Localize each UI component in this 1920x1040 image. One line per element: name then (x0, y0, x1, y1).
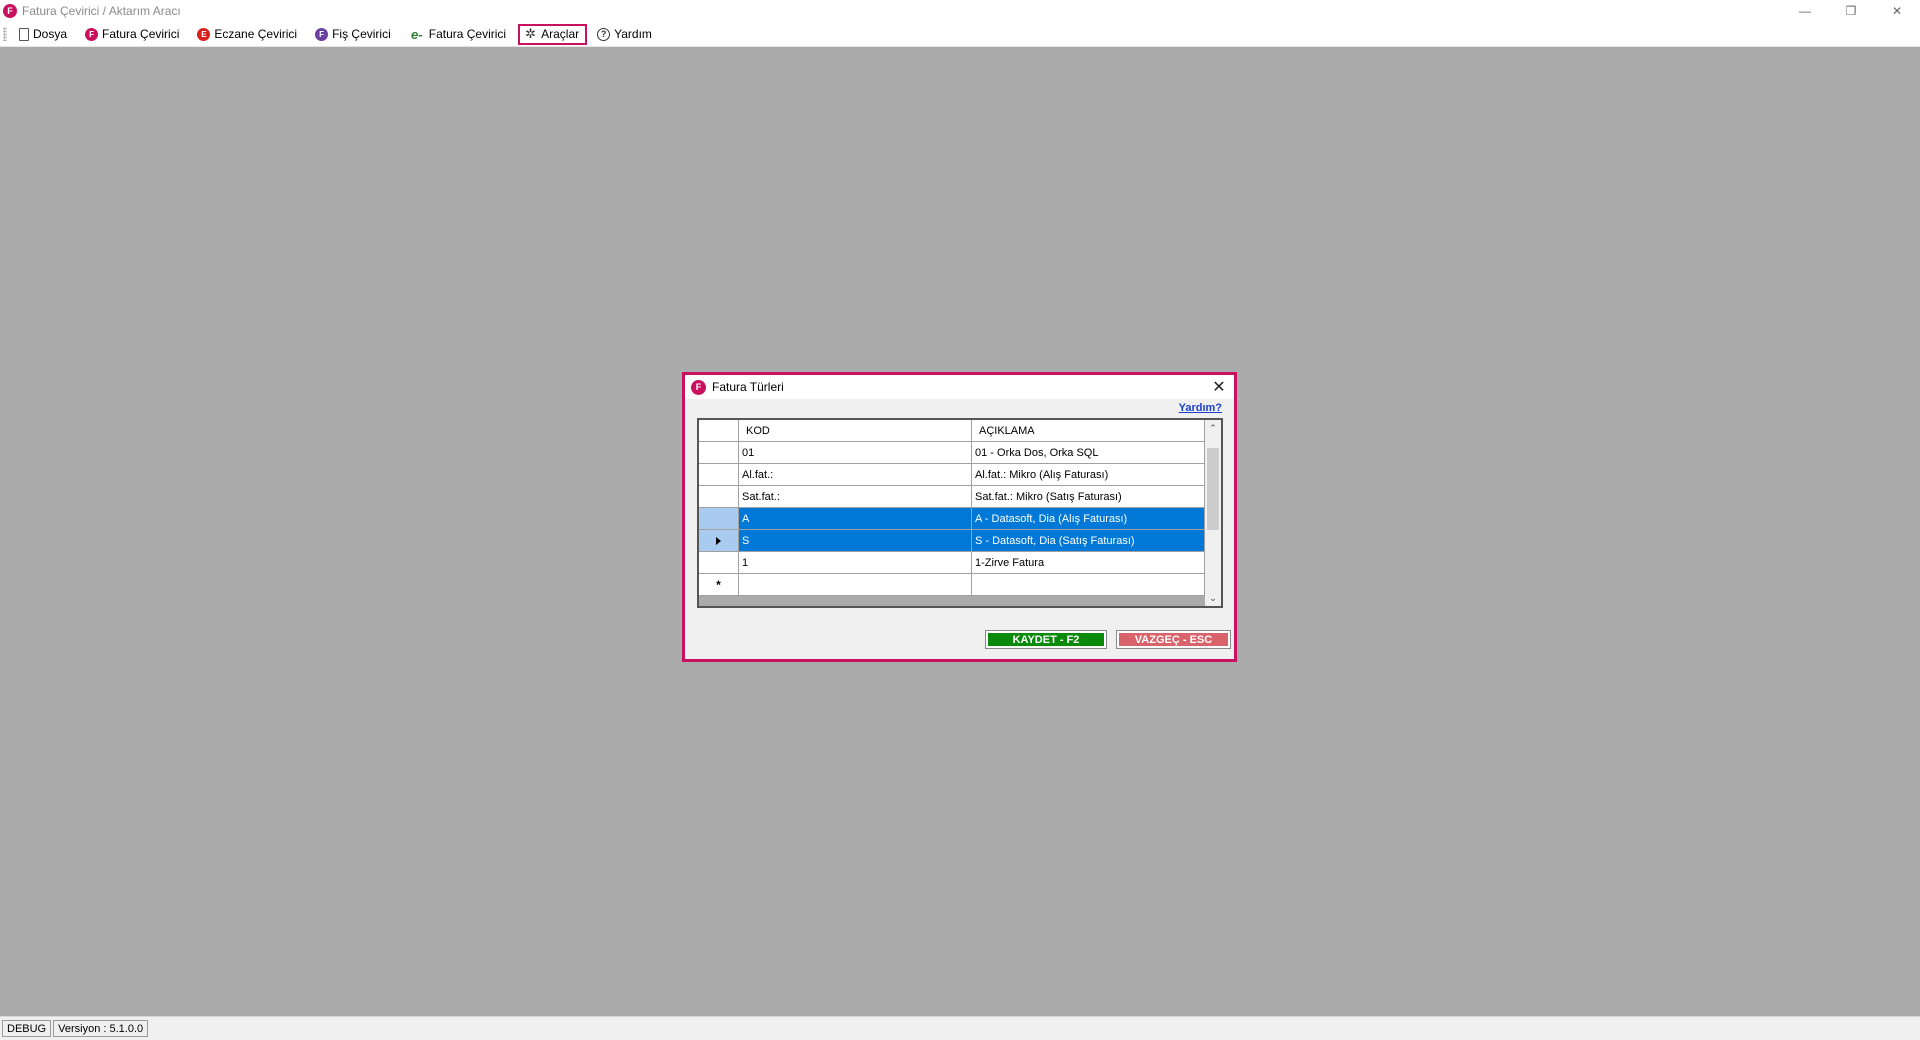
save-button[interactable]: KAYDET - F2 (985, 630, 1107, 649)
minimize-button[interactable]: — (1782, 0, 1828, 22)
scroll-up-icon[interactable]: ⌃ (1205, 420, 1221, 436)
cell-aciklama[interactable]: Sat.fat.: Mikro (Satış Faturası) (972, 486, 1205, 507)
menu-araclar[interactable]: ✲ Araçlar (518, 23, 588, 45)
row-selector[interactable] (699, 486, 739, 507)
status-version: Versiyon : 5.1.0.0 (53, 1020, 149, 1037)
dialog-close-button[interactable]: ✕ (1210, 378, 1228, 396)
status-mode: DEBUG (2, 1020, 52, 1037)
table-row[interactable]: Sat.fat.: Sat.fat.: Mikro (Satış Faturas… (699, 486, 1205, 508)
cell-aciklama[interactable] (972, 574, 1205, 595)
status-bar: DEBUG Versiyon : 5.1.0.0 (0, 1016, 1920, 1040)
menu-grip-icon[interactable] (3, 27, 7, 41)
column-header-aciklama[interactable]: AÇIKLAMA (972, 420, 1205, 441)
menu-fatura-cevirici[interactable]: F Fatura Çevirici (79, 24, 187, 45)
cancel-button[interactable]: VAZGEÇ - ESC (1116, 630, 1231, 649)
dialog-title: Fatura Türleri (712, 380, 784, 394)
menu-fis-cevirici[interactable]: F Fiş Çevirici (309, 24, 399, 45)
menu-araclar-label: Araçlar (541, 27, 580, 41)
row-selector[interactable] (699, 530, 739, 551)
row-selector[interactable] (699, 508, 739, 529)
close-button[interactable]: ✕ (1874, 0, 1920, 22)
application-window: F Fatura Çevirici / Aktarım Aracı — ❐ ✕ … (0, 0, 1920, 1040)
row-selector[interactable] (699, 552, 739, 573)
menu-fis-cevirici-label: Fiş Çevirici (332, 27, 391, 41)
help-icon: ? (597, 27, 611, 41)
grid-header-row: KOD AÇIKLAMA (699, 420, 1205, 442)
vertical-scrollbar[interactable]: ⌃ ⌄ (1205, 420, 1221, 606)
cell-aciklama[interactable]: S - Datasoft, Dia (Satış Faturası) (972, 530, 1205, 551)
table-row-selected[interactable]: A A - Datasoft, Dia (Alış Faturası) (699, 508, 1205, 530)
scroll-down-icon[interactable]: ⌄ (1205, 590, 1221, 606)
fatura-turleri-grid: KOD AÇIKLAMA 01 01 - Orka Dos, Orka SQL … (697, 418, 1223, 608)
cell-aciklama[interactable]: 1-Zirve Fatura (972, 552, 1205, 573)
cell-kod[interactable]: 1 (739, 552, 972, 573)
restore-button[interactable]: ❐ (1828, 0, 1874, 22)
window-title: Fatura Çevirici / Aktarım Aracı (22, 4, 181, 18)
table-row[interactable]: 1 1-Zirve Fatura (699, 552, 1205, 574)
new-row[interactable]: * (699, 574, 1205, 596)
menu-bar: Dosya F Fatura Çevirici E Eczane Çeviric… (0, 22, 1920, 47)
app-logo-icon: F (3, 4, 17, 18)
cell-kod[interactable]: Al.fat.: (739, 464, 972, 485)
menu-dosya-label: Dosya (33, 27, 68, 41)
menu-dosya[interactable]: Dosya (13, 24, 75, 45)
title-bar: F Fatura Çevirici / Aktarım Aracı — ❐ ✕ (0, 0, 1920, 22)
window-controls: — ❐ ✕ (1782, 0, 1920, 22)
table-row-current[interactable]: S S - Datasoft, Dia (Satış Faturası) (699, 530, 1205, 552)
cell-kod[interactable] (739, 574, 972, 595)
cell-aciklama[interactable]: Al.fat.: Mikro (Alış Faturası) (972, 464, 1205, 485)
table-row[interactable]: Al.fat.: Al.fat.: Mikro (Alış Faturası) (699, 464, 1205, 486)
scroll-thumb[interactable] (1207, 448, 1219, 530)
menu-yardim[interactable]: ? Yardım (591, 24, 660, 45)
e-fatura-icon: e- (410, 26, 423, 42)
current-row-arrow-icon (716, 536, 721, 545)
grid-body: KOD AÇIKLAMA 01 01 - Orka Dos, Orka SQL … (699, 420, 1205, 596)
cell-kod[interactable]: A (739, 508, 972, 529)
cell-aciklama[interactable]: 01 - Orka Dos, Orka SQL (972, 442, 1205, 463)
document-icon (19, 27, 29, 41)
row-selector[interactable] (699, 464, 739, 485)
help-link[interactable]: Yardım? (1179, 402, 1222, 414)
table-row[interactable]: 01 01 - Orka Dos, Orka SQL (699, 442, 1205, 464)
fatura-logo-icon: F (85, 27, 99, 41)
row-header-corner[interactable] (699, 420, 739, 441)
fis-logo-icon: F (315, 27, 329, 41)
cell-kod[interactable]: S (739, 530, 972, 551)
new-row-asterisk-icon: * (716, 577, 721, 592)
menu-e-fatura-cevirici[interactable]: e- Fatura Çevirici (403, 24, 514, 45)
menu-eczane-cevirici[interactable]: E Eczane Çevirici (191, 24, 305, 45)
menu-e-fatura-cevirici-label: Fatura Çevirici (428, 27, 507, 41)
tools-icon: ✲ (525, 26, 537, 41)
row-selector[interactable] (699, 442, 739, 463)
menu-fatura-cevirici-label: Fatura Çevirici (102, 27, 180, 41)
menu-yardim-label: Yardım (614, 27, 652, 41)
dialog-logo-icon: F (691, 379, 706, 395)
dialog-title-bar: F Fatura Türleri ✕ (685, 375, 1234, 399)
cell-kod[interactable]: 01 (739, 442, 972, 463)
cell-kod[interactable]: Sat.fat.: (739, 486, 972, 507)
column-header-kod[interactable]: KOD (739, 420, 972, 441)
cell-aciklama[interactable]: A - Datasoft, Dia (Alış Faturası) (972, 508, 1205, 529)
fatura-turleri-dialog: F Fatura Türleri ✕ Yardım? KOD AÇIKLAMA … (682, 372, 1237, 662)
eczane-logo-icon: E (197, 27, 211, 41)
menu-eczane-cevirici-label: Eczane Çevirici (214, 27, 298, 41)
row-selector[interactable]: * (699, 574, 739, 595)
